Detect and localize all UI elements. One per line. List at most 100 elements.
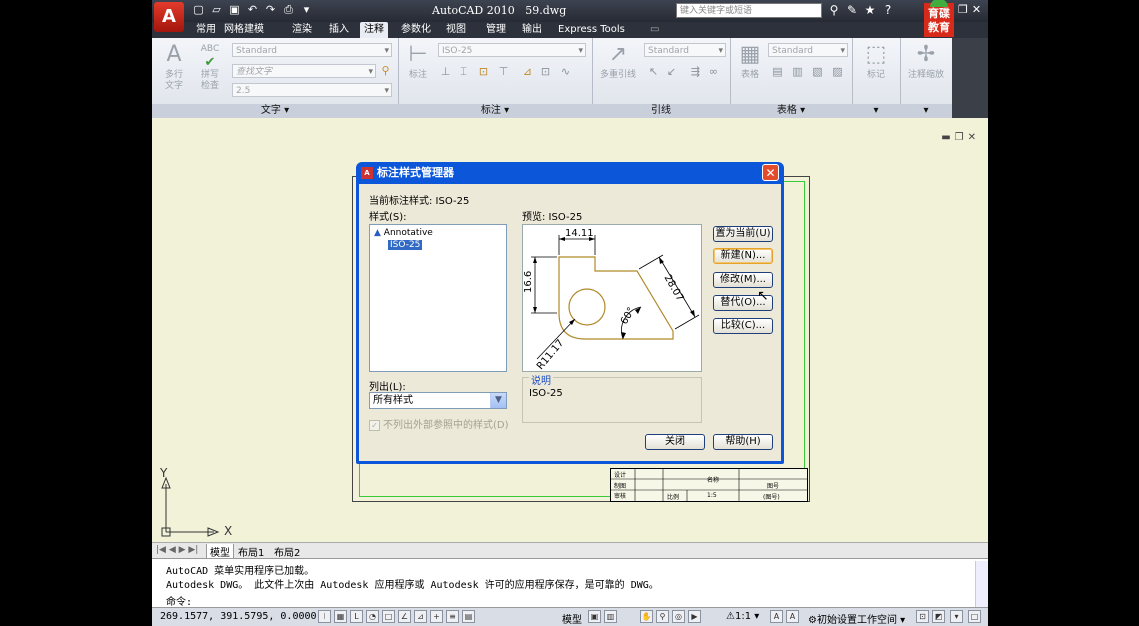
text-panel-label[interactable]: 文字 ▾ [152, 104, 398, 118]
add-leader-icon[interactable]: ↖ [646, 64, 661, 79]
coordinates-readout[interactable]: 269.1577, 391.5795, 0.0000 [160, 611, 317, 622]
find-text-icon[interactable]: ⚲ [378, 63, 393, 78]
table-link-icon[interactable]: ▤ [770, 64, 785, 79]
dialog-close-button[interactable]: ✕ [762, 164, 779, 181]
dimension-button[interactable]: ⊢ 标注 [400, 42, 436, 81]
multiline-text-button[interactable]: A 多行 文字 [156, 42, 192, 92]
tab-layout2[interactable]: 布局2 [274, 544, 300, 559]
command-prompt[interactable]: 命令: [166, 593, 192, 608]
tab-annotate[interactable]: 注释 [360, 22, 388, 38]
polar-icon[interactable]: ◔ [366, 610, 379, 623]
osnap-icon[interactable]: □ [382, 610, 395, 623]
lock-icon[interactable]: ⊡ [916, 610, 929, 623]
redo-icon[interactable]: ↷ [264, 3, 277, 17]
tab-render[interactable]: 渲染 [292, 22, 312, 38]
command-scrollbar[interactable] [975, 561, 988, 607]
close-button[interactable]: 关闭 [645, 434, 705, 450]
restore-icon[interactable]: ❐ [958, 3, 968, 16]
dim-panel-label[interactable]: 标注 ▾ [398, 104, 592, 118]
dim-text-angle-icon[interactable]: ⊡ [538, 64, 553, 79]
tab-manage[interactable]: 管理 [486, 22, 506, 38]
tab-nav-arrows-icon[interactable]: |◀ ◀ ▶ ▶| [156, 545, 198, 555]
showmotion-icon[interactable]: ▶ [688, 610, 701, 623]
set-current-button[interactable]: 置为当前(U) [713, 226, 773, 242]
ribbon-toggle-icon[interactable]: ▭ [650, 22, 659, 38]
find-text-input[interactable]: 查找文字 [232, 64, 376, 79]
wrench-icon[interactable]: ✎ [846, 3, 858, 17]
qp-icon[interactable]: ▤ [462, 610, 475, 623]
hardware-acceleration-icon[interactable]: ◩ [932, 610, 945, 623]
print-icon[interactable]: ⎙ [282, 3, 295, 17]
otrack-icon[interactable]: ∠ [398, 610, 411, 623]
tab-view[interactable]: 视图 [446, 22, 466, 38]
list-item[interactable]: ▲ Annotative [374, 228, 433, 238]
multileader-button[interactable]: ↗ 多重引线 [596, 42, 640, 81]
clean-screen-icon[interactable]: □ [968, 610, 981, 623]
restore-drawing-icon[interactable]: ❐ [955, 132, 964, 143]
tab-home[interactable]: 常用 [196, 22, 216, 38]
table-style-combo[interactable]: Standard [768, 43, 848, 58]
tab-express-tools[interactable]: Express Tools [558, 22, 625, 38]
dim-break-icon[interactable]: ⊥ [438, 64, 453, 79]
model-space-button[interactable]: 模型 [562, 611, 582, 626]
align-leader-icon[interactable]: ⇶ [688, 64, 703, 79]
markup-button[interactable]: ⬚ 标记 [858, 42, 894, 81]
text-height-combo[interactable]: 2.5 [232, 83, 392, 98]
annotation-scale-select[interactable]: ⚠1:1 ▾ [726, 611, 759, 622]
close-drawing-icon[interactable]: ✕ [968, 132, 976, 143]
help-button[interactable]: 帮助(H) [713, 434, 773, 450]
auto-scale-icon[interactable]: A [786, 610, 799, 623]
dim-oblique-icon[interactable]: ⊿ [520, 64, 535, 79]
dim-jog-icon[interactable]: ⊡ [476, 64, 491, 79]
spell-check-button[interactable]: ABC ✔ 拼写 检查 [192, 42, 228, 92]
pan-icon[interactable]: ✋ [640, 610, 653, 623]
close-icon[interactable]: ✕ [972, 3, 981, 16]
status-menu-icon[interactable]: ▾ [950, 610, 963, 623]
app-menu-button[interactable]: A [154, 2, 184, 32]
new-file-icon[interactable]: ▢ [192, 3, 205, 17]
ortho-icon[interactable]: L [350, 610, 363, 623]
table-panel-label[interactable]: 表格 ▾ [730, 104, 852, 118]
dyn-icon[interactable]: + [430, 610, 443, 623]
dim-continue-icon[interactable]: ⊤ [496, 64, 511, 79]
scale-panel-label[interactable]: ▾ [900, 104, 952, 118]
undo-icon[interactable]: ↶ [246, 3, 259, 17]
new-style-button[interactable]: 新建(N)... [713, 248, 773, 264]
help-icon[interactable]: ? [882, 3, 894, 17]
search-input[interactable]: 键入关键字或短语 [676, 3, 822, 18]
tab-output[interactable]: 输出 [522, 22, 542, 38]
table-button[interactable]: ▦ 表格 [732, 42, 768, 81]
tab-insert[interactable]: 插入 [329, 22, 349, 38]
dim-space-icon[interactable]: ∿ [558, 64, 573, 79]
annotation-visibility-icon[interactable]: A [770, 610, 783, 623]
tab-parametric[interactable]: 参数化 [401, 22, 431, 38]
text-style-combo[interactable]: Standard [232, 43, 392, 58]
open-file-icon[interactable]: ▱ [210, 3, 223, 17]
table-download-icon[interactable]: ▨ [830, 64, 845, 79]
quick-view-drawings-icon[interactable]: ▥ [604, 610, 617, 623]
exclude-xref-checkbox[interactable]: ✓ 不列出外部参照中的样式(D) [369, 416, 509, 431]
table-upload-icon[interactable]: ▧ [810, 64, 825, 79]
qat-dropdown-icon[interactable]: ▾ [300, 3, 313, 17]
leader-panel-label[interactable]: 引线 [592, 104, 730, 118]
ducs-icon[interactable]: ⊿ [414, 610, 427, 623]
annotation-scaling-button[interactable]: ✢ 注释缩放 [902, 42, 950, 81]
tab-mesh[interactable]: 网格建模 [224, 22, 264, 38]
star-icon[interactable]: ★ [864, 3, 876, 17]
grid-icon[interactable]: ▦ [334, 610, 347, 623]
quick-view-layouts-icon[interactable]: ▣ [588, 610, 601, 623]
table-extract-icon[interactable]: ▥ [790, 64, 805, 79]
save-icon[interactable]: ▣ [228, 3, 241, 17]
list-item-selected[interactable]: ISO-25 [388, 240, 423, 250]
collect-leader-icon[interactable]: ∞ [706, 64, 721, 79]
snap-icon[interactable]: ⁝ [318, 610, 331, 623]
compare-style-button[interactable]: 比较(C)... [713, 318, 773, 334]
list-filter-select[interactable]: 所有样式 ▼ [369, 392, 507, 409]
lineweight-icon[interactable]: ≡ [446, 610, 459, 623]
binoculars-icon[interactable]: ⚲ [828, 3, 840, 17]
dim-style-combo[interactable]: ISO-25 [438, 43, 586, 58]
dim-inspect-icon[interactable]: ⌶ [456, 64, 471, 79]
styles-list[interactable]: ▲ Annotative ISO-25 [369, 224, 507, 372]
modify-style-button[interactable]: 修改(M)... [713, 272, 773, 288]
markup-panel-label[interactable]: ▾ [852, 104, 900, 118]
